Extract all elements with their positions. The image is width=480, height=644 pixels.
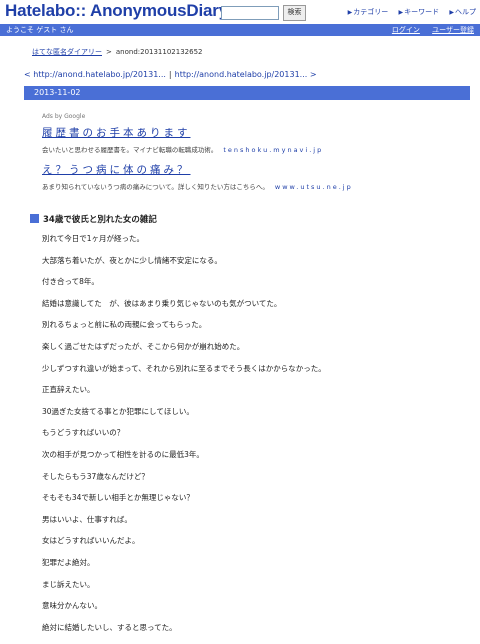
body-line: 付き合って8年。 bbox=[42, 277, 99, 287]
ad-url-link[interactable]: www.utsu.ne.jp bbox=[275, 183, 353, 191]
ad-title-link[interactable]: え？うつ病に体の痛み？ bbox=[42, 162, 462, 177]
entry-date: 2013-11-02 bbox=[34, 88, 81, 97]
ad-description: あまり知られていないうつ病の痛みについて。詳しく知りたい方はこちらへ。 bbox=[42, 183, 269, 191]
entry-title: 34歳で彼氏と別れた女の雑記 bbox=[30, 213, 157, 225]
body-line: 次の相手が見つかって相性を計るのに最低3年。 bbox=[42, 449, 204, 459]
nav-separator: | bbox=[168, 70, 172, 79]
breadcrumb-home-link[interactable]: はてな匿名ダイアリー bbox=[32, 48, 102, 56]
next-entry-link[interactable]: http://anond.hatelabo.jp/20131... > bbox=[175, 70, 317, 79]
ad-description: 会いたいと思わせる履歴書を。マイナビ転職の転職成功術。 bbox=[42, 146, 218, 154]
top-links: ▶カテゴリー ▶キーワード ▶ヘルプ bbox=[340, 7, 476, 17]
ad-title-link[interactable]: 履歴書のお手本あります bbox=[42, 125, 462, 140]
ads-block: Ads by Google 履歴書のお手本あります 会いたいと思わせる履歴書を。… bbox=[42, 113, 462, 191]
arrow-icon: ▶ bbox=[449, 9, 454, 16]
body-line: 大部落ち着いたが、夜とかに少し情緒不安定になる。 bbox=[42, 255, 222, 265]
welcome-text: ようこそ ゲスト さん bbox=[6, 26, 74, 34]
arrow-icon: ▶ bbox=[347, 9, 353, 16]
body-line: 意味分かんない。 bbox=[42, 601, 102, 611]
entry-navigation: < http://anond.hatelabo.jp/20131... | http… bbox=[24, 70, 317, 79]
search-input[interactable] bbox=[221, 6, 279, 20]
register-link[interactable]: ユーザー登録 bbox=[432, 26, 474, 34]
body-line: もうどうすればいいの？ bbox=[42, 428, 125, 438]
body-line: 別れて今日で1ヶ月が経った。 bbox=[42, 234, 145, 243]
category-link-label: カテゴリー bbox=[353, 8, 389, 16]
entry-title-text[interactable]: 34歳で彼氏と別れた女の雑記 bbox=[43, 215, 157, 225]
login-link[interactable]: ログイン bbox=[392, 26, 420, 34]
body-line: 犯罪だよ絶対。 bbox=[42, 557, 95, 567]
body-line: 絶対に結婚したいし、すると思ってた。 bbox=[42, 622, 177, 632]
body-line: 30過ぎた女捨てる事とか犯罪にしてほしい。 bbox=[42, 406, 194, 416]
breadcrumb-current: anond:20131102132652 bbox=[115, 48, 203, 56]
breadcrumb: はてな匿名ダイアリー > anond:20131102132652 bbox=[32, 47, 202, 57]
user-links: ログイン ユーザー登録 bbox=[382, 24, 474, 36]
help-link-label: ヘルプ bbox=[455, 8, 476, 16]
body-line: 男はいいよ、仕事すれば。 bbox=[42, 514, 132, 524]
site-logo[interactable]: Hatelabo:: AnonymousDiary bbox=[5, 1, 228, 21]
help-link[interactable]: ▶ヘルプ bbox=[449, 8, 476, 16]
prev-entry-link[interactable]: < http://anond.hatelabo.jp/20131... bbox=[24, 70, 166, 79]
date-bar: 2013-11-02 bbox=[24, 86, 470, 100]
square-icon bbox=[30, 214, 39, 223]
breadcrumb-separator: > bbox=[106, 48, 112, 56]
arrow-icon: ▶ bbox=[398, 9, 404, 16]
header: Hatelabo:: AnonymousDiary 検索 ▶カテゴリー ▶キーワ… bbox=[0, 0, 480, 24]
ad-text: 会いたいと思わせる履歴書を。マイナビ転職の転職成功術。 tenshoku.myna… bbox=[42, 144, 462, 154]
category-link[interactable]: ▶カテゴリー bbox=[348, 8, 389, 16]
body-line: 少しずつすれ違いが始まって、それから別れに至るまでそう長くはかからなかった。 bbox=[42, 363, 326, 373]
body-line: まじ訴えたい。 bbox=[42, 579, 95, 589]
body-line: 楽しく過ごせたはずだったが、そこから何かが崩れ始めた。 bbox=[42, 341, 245, 351]
body-line: 女はどうすればいいんだよ。 bbox=[42, 536, 140, 546]
ad-url-link[interactable]: tenshoku.mynavi.jp bbox=[223, 146, 323, 154]
body-line: 別れるちょっと前に私の両親に会ってもらった。 bbox=[42, 320, 207, 330]
keyword-link[interactable]: ▶キーワード bbox=[399, 8, 440, 16]
body-line: 結婚は意識してた が、彼はあまり乗り気じゃないのも気がついてた。 bbox=[42, 298, 282, 308]
entry-body: 別れて今日で1ヶ月が経った。 大部落ち着いたが、夜とかに少し情緒不安定になる。 … bbox=[42, 234, 462, 644]
ads-label[interactable]: Ads by Google bbox=[42, 113, 462, 120]
keyword-link-label: キーワード bbox=[404, 8, 440, 16]
ad-text: あまり知られていないうつ病の痛みについて。詳しく知りたい方はこちらへ。 www.u… bbox=[42, 181, 462, 191]
user-bar: ようこそ ゲスト さん ログイン ユーザー登録 bbox=[0, 24, 480, 36]
body-line: 正直辞えたい。 bbox=[42, 385, 95, 395]
body-line: そしたらもう37歳なんだけど？ bbox=[42, 471, 149, 481]
search-button[interactable]: 検索 bbox=[283, 5, 306, 21]
body-line: そもそも34で新しい相手とか無理じゃない？ bbox=[42, 493, 194, 503]
